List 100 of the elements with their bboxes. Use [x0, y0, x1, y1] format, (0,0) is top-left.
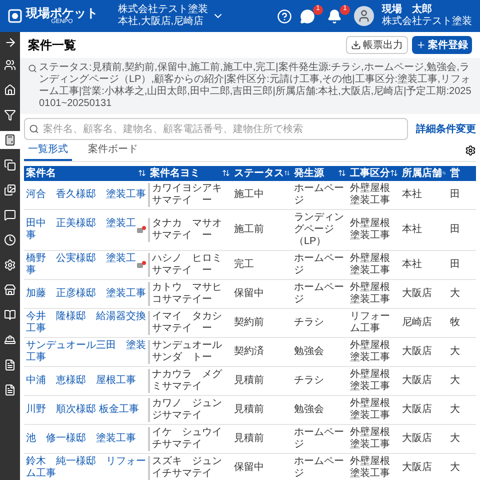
message-icon[interactable]	[137, 226, 146, 234]
arrow-icon[interactable]	[4, 36, 16, 49]
table-cell-text: ランディングページ（LP）	[294, 212, 345, 248]
user-name: 現場 太郎	[382, 4, 433, 16]
table-cell-text: ナカウラ メグミサマテイ	[152, 368, 223, 393]
project-name-link[interactable]: 池 修一様邸 塗装工事	[26, 432, 146, 445]
sort-icon[interactable]	[138, 169, 146, 178]
user-company: 株式会社テスト塗装	[382, 16, 472, 28]
table-cell: 大阪店	[402, 404, 432, 416]
project-name-link[interactable]: サンデュオール三田 塗装工事	[26, 340, 146, 364]
copy-icon	[4, 159, 16, 171]
store-icon	[4, 284, 16, 296]
view-tab[interactable]: 一覧形式	[24, 140, 72, 161]
sort-icon[interactable]	[338, 169, 346, 178]
company-selector[interactable]: 株式会社テスト塗装 本社,大阪店,尼崎店	[118, 4, 224, 28]
table-cell-text: ホームページ	[294, 252, 345, 277]
sort-icon[interactable]	[222, 169, 230, 178]
table-cell-text: 外壁屋根塗装工事	[350, 182, 391, 207]
images-icon	[4, 184, 16, 196]
detail-conditions-link[interactable]: 詳細条件変更	[416, 122, 476, 136]
table-cell: 契約前	[234, 316, 264, 329]
avatar[interactable]	[354, 6, 374, 26]
project-name-link[interactable]: 鈴木 純一様邸 リフォーム工事	[26, 456, 146, 480]
helmet-icon	[4, 334, 16, 346]
table-cell: 牧	[450, 316, 460, 329]
table-cell-text: タナカ マサオサマテイ ー	[152, 218, 223, 242]
table-cell: 施工前	[234, 224, 264, 236]
create-button[interactable]: 案件登録	[412, 36, 472, 54]
table-cell: 見積前	[234, 404, 264, 416]
sort-icon[interactable]	[284, 169, 290, 178]
search-field[interactable]: 案件名、顧客名、建物名、顧客電話番号、建物住所で検索	[24, 118, 408, 140]
table-cell: 田	[450, 258, 460, 271]
export-button[interactable]: 帳票出力	[346, 36, 408, 54]
table-cell: 契約済	[234, 346, 264, 358]
logo-icon	[8, 9, 22, 23]
table-cell-text: ホームページ	[294, 282, 345, 306]
table-cell: 勉強会	[294, 404, 324, 416]
table-cell: 田	[450, 224, 460, 236]
column-header[interactable]: 発生源	[294, 166, 324, 181]
plus-icon	[416, 40, 426, 50]
sidebar-item[interactable]	[0, 131, 20, 149]
column-header[interactable]: 案件名ヨミ	[150, 166, 200, 181]
table-cell-text: カワノ ジュンジサマテイ	[152, 398, 223, 422]
person-icon	[357, 9, 371, 23]
table-cell-text: サンデュオールサンダ トー	[152, 340, 223, 364]
project-name-link[interactable]: 田中 正美様邸 塗装工事	[26, 218, 136, 242]
table-cell: 保留中	[234, 462, 264, 474]
chat-icon[interactable]	[300, 8, 315, 24]
table-cell: 田	[450, 188, 460, 201]
project-name-link[interactable]: 橋野 公実様邸 塗装工事	[26, 252, 136, 277]
document-icon	[4, 384, 16, 396]
project-name-link[interactable]: 中浦 恵様邸 屋根工事	[26, 374, 146, 387]
view-tab[interactable]: 案件ボード	[84, 140, 142, 161]
table-cell-text: 外壁屋根塗装工事	[350, 456, 391, 480]
table-cell-text: ホームページ	[294, 182, 345, 207]
project-name-link[interactable]: 今井 隆様邸 給湯器交換工事	[26, 310, 146, 335]
settings-icon	[4, 259, 16, 271]
settings-icon[interactable]	[465, 144, 476, 156]
table-cell: 大	[450, 404, 460, 416]
column-header[interactable]: 案件名	[26, 166, 56, 181]
table-cell: 本社	[402, 224, 422, 236]
table-cell: 本社	[402, 188, 422, 201]
table-cell: 大阪店	[402, 432, 432, 445]
project-name-link[interactable]: 川野 順次様邸 板金工事	[26, 404, 146, 416]
table-cell-text: イマイ タカシサマテイ ー	[152, 310, 223, 335]
column-header[interactable]: 営	[450, 166, 460, 181]
table-cell: 見積前	[234, 374, 264, 387]
users-icon	[4, 59, 16, 71]
column-header[interactable]: ステータス	[234, 166, 284, 181]
table-cell-text: ハシノ ヒロミサマテイ ー	[152, 252, 223, 277]
column-header[interactable]: 所属店舗	[402, 166, 442, 181]
table-cell: 大	[450, 374, 460, 387]
table-cell-text: カワイヨシアキサマテイ ー	[152, 182, 223, 207]
table-cell: 大阪店	[402, 288, 432, 300]
help-icon[interactable]	[277, 8, 292, 24]
project-name-link[interactable]: 加藤 正彦様邸 塗装工事	[26, 288, 146, 300]
table-cell: 尼崎店	[402, 316, 432, 329]
message-icon[interactable]	[137, 260, 146, 269]
column-header[interactable]: 工事区分	[350, 166, 390, 181]
book-icon	[4, 309, 16, 321]
table-cell-text: カトウ マサヒコサマテイー	[152, 282, 223, 306]
table-cell: 保留中	[234, 288, 264, 300]
table-cell: 見積前	[234, 432, 264, 445]
table-cell-text: イケ シュウイチサマテイ	[152, 426, 223, 451]
bell-icon[interactable]	[327, 8, 342, 24]
table-cell: チラシ	[294, 374, 324, 387]
project-name-link[interactable]: 河合 香久様邸 塗装工事	[26, 188, 146, 201]
table-cell-text: リフォーム工事	[350, 310, 391, 335]
table-cell-text: 外壁屋根塗装工事	[350, 282, 391, 306]
logo-text: 現場ポケット	[26, 7, 98, 19]
table-cell: 大	[450, 346, 460, 358]
table-cell-text: スズキ ジュンイチサマテイ	[152, 456, 223, 480]
sort-icon[interactable]	[390, 169, 398, 178]
search-icon	[29, 124, 39, 134]
table-cell: 大	[450, 288, 460, 300]
clock-icon	[4, 234, 16, 246]
table-cell-text: ホームページ	[294, 456, 345, 480]
table-cell-text: 外壁屋根塗装工事	[350, 426, 391, 451]
table-cell-text: 外壁屋根塗装工事	[350, 252, 391, 277]
table-cell: 大	[450, 462, 460, 474]
